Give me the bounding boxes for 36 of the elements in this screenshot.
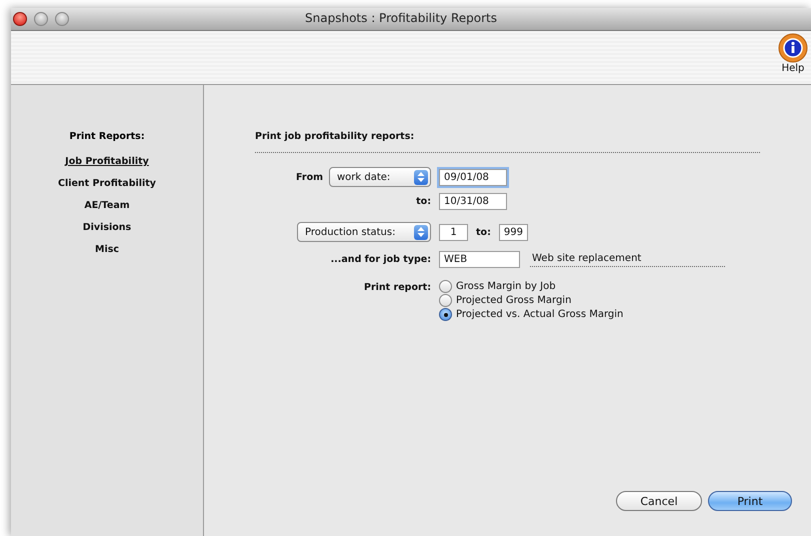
sidebar-link[interactable]: Client Profitability [58,173,156,195]
minimize-button[interactable] [34,12,48,26]
sidebar-link[interactable]: Job Profitability [65,151,149,173]
updown-icon [414,170,428,184]
date-from-field[interactable]: 09/01/08 [439,168,507,186]
date-type-popup[interactable]: work date: [329,167,431,187]
sidebar-link[interactable]: Misc [95,239,119,261]
section-heading: Print job profitability reports: [255,131,416,142]
field-label: Print report: [364,282,431,293]
report-option[interactable]: Gross Margin by Job [439,280,811,293]
sidebar-link[interactable]: Divisions [82,217,132,239]
report-option[interactable]: Projected Gross Margin [439,294,811,307]
info-icon [778,33,808,63]
status-to-field[interactable]: 999 [498,224,528,240]
status-from-field[interactable]: 1 [439,224,468,240]
field-label: ...and for job type: [330,254,431,265]
report-option[interactable]: Projected vs. Actual Gross Margin [439,308,811,321]
job-type-field[interactable]: WEB [439,251,520,268]
field-label: to: [476,226,491,238]
updown-icon [414,224,428,240]
field-label: From [296,172,323,182]
radio-button[interactable] [439,280,452,293]
status-popup[interactable]: Production status: [297,222,431,242]
sidebar-heading: Print Reports: [69,131,145,142]
cancel-button[interactable]: Cancel [616,491,702,511]
date-to-field[interactable]: 10/31/08 [439,193,507,210]
sidebar-link[interactable]: AE/Team [84,195,130,217]
close-button[interactable] [13,12,27,26]
help-button[interactable]: Help [775,31,811,84]
window-title: Snapshots : Profitability Reports [305,11,497,25]
radio-button[interactable] [439,308,452,321]
radio-button[interactable] [439,294,452,307]
job-type-description: Web site replacement [530,252,725,266]
zoom-button[interactable] [55,12,69,26]
print-button[interactable]: Print [708,491,792,511]
field-label: to: [416,196,431,207]
